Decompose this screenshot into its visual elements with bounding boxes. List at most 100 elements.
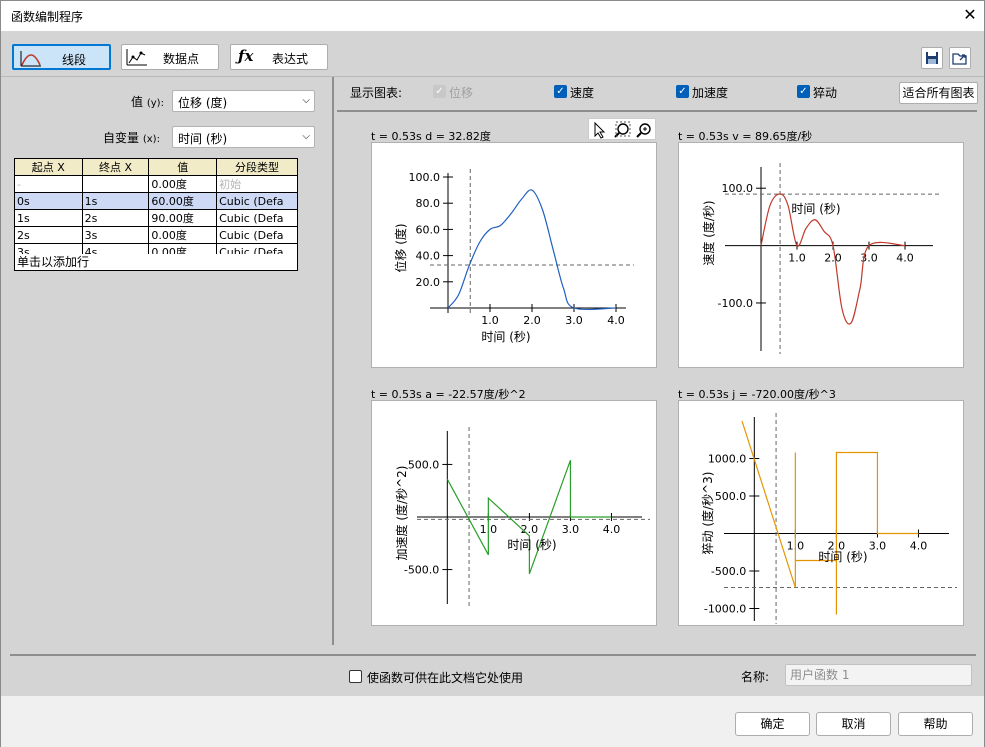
independent-variable-select[interactable]: 时间 (秒) ⌵ [172, 126, 315, 148]
y-tick-label: 40.0 [416, 250, 441, 263]
table-cell[interactable]: 2s [81, 209, 150, 227]
y-tick-label: 20.0 [416, 276, 441, 289]
y-tick-label: -100.0 [718, 297, 753, 310]
column-header[interactable]: 分段类型 [216, 158, 298, 176]
y-tick-label: 1000.0 [708, 453, 747, 466]
fx-icon: ƒx [238, 47, 254, 65]
title-bar: 函数编制程序 ✕ [1, 1, 984, 31]
share-function-label: 使函数可供在此文档它处使用 [367, 671, 524, 685]
table-cell[interactable]: 初始 [216, 175, 298, 193]
table-cell[interactable] [81, 175, 150, 193]
data-point-mode-button[interactable]: 数据点 [121, 44, 219, 70]
data-point-label: 数据点 [163, 52, 200, 66]
table-row[interactable]: 2s 3s 0.00度 Cubic (Defa [14, 226, 298, 244]
show-charts-label: 显示图表: [350, 86, 403, 100]
series-line [741, 420, 919, 615]
expression-label: 表达式 [272, 52, 309, 66]
bottom-divider [10, 654, 976, 656]
show-chart-checkbox[interactable]: ✓ [554, 85, 567, 98]
table-cell[interactable]: 0.00度 [148, 175, 218, 193]
plot-tools [588, 118, 656, 140]
column-header[interactable]: 终点 X [81, 158, 150, 176]
independent-variable-value: 时间 (秒) [178, 132, 228, 146]
table-cell[interactable]: 1s [81, 192, 150, 210]
x-axis-label: 时间 (秒) [507, 538, 556, 552]
zoom-icon[interactable] [636, 123, 651, 138]
share-function-checkbox[interactable] [349, 670, 362, 683]
table-cell[interactable]: Cubic (Defa [216, 226, 298, 244]
add-row-hint[interactable]: 单击以添加行 [14, 254, 298, 271]
y-tick-label: 80.0 [416, 197, 441, 210]
segment-icon [20, 51, 41, 67]
table-cell[interactable]: 1s [14, 209, 83, 227]
table-cell[interactable]: 0.00度 [148, 226, 218, 244]
value-select-value: 位移 (度) [178, 96, 228, 110]
table-cell[interactable]: 90.00度 [148, 209, 218, 227]
y-tick-label: -500.0 [404, 564, 439, 577]
column-header[interactable]: 起点 X [14, 158, 83, 176]
table-cell[interactable]: 2s [14, 226, 83, 244]
table-cell[interactable]: 0s [14, 192, 83, 210]
open-icon[interactable] [949, 47, 971, 69]
show-chart-checkbox[interactable]: ✓ [797, 85, 810, 98]
y-tick-label: 500.0 [408, 458, 440, 471]
show-chart-label: 位移 [449, 86, 474, 100]
expression-mode-button[interactable]: ƒx 表达式 [230, 44, 328, 70]
x-tick-label: 3.0 [565, 314, 583, 327]
table-cell[interactable]: 60.00度 [148, 192, 218, 210]
table-cell[interactable]: - [14, 175, 83, 193]
velocity-plot[interactable]: 1.0 2.0 3.0 4.0 100.0 -100.0 时间 (秒) 速度 (度/秒) [678, 142, 964, 368]
y-tick-label: 100.0 [722, 182, 754, 195]
table-row[interactable]: - 0.00度 初始 [14, 175, 298, 193]
displacement-plot[interactable]: 1.0 2.0 3.0 4.0 20.0 40.0 60.0 80.0 100.0 时间 (秒) 位… [371, 142, 657, 368]
y-tick-label: 60.0 [416, 223, 441, 236]
y-tick-label: -1000.0 [704, 603, 746, 616]
x-tick-label: 2.0 [523, 314, 541, 327]
x-tick-label: 1.0 [481, 314, 499, 327]
y-axis-label: 速度 (度/秒) [701, 200, 716, 265]
y-tick-label: -500.0 [711, 565, 746, 578]
function-editor-window: 函数编制程序 ✕ 线段 数据点 ƒx 表达式 值 (y): 位移 (度) ⌵ 自… [0, 0, 985, 747]
x-axis-label: 时间 (秒) [791, 202, 840, 216]
x-tick-label: 4.0 [603, 523, 621, 536]
show-chart-label: 猝动 [813, 86, 838, 100]
data-point-icon [126, 49, 147, 66]
y-axis-label: 猝动 (度/秒^3) [700, 472, 715, 555]
show-chart-checkbox: ✓ [433, 85, 446, 98]
chart-panel-divider [337, 110, 977, 112]
table-cell[interactable]: 3s [81, 226, 150, 244]
show-chart-checkbox[interactable]: ✓ [676, 85, 689, 98]
segment-table: 起点 X 终点 X 值分段类型 -0.00度 初始 0s 1s 60.00度 Cubic (D… [14, 158, 298, 261]
table-row[interactable]: 0s 1s 60.00度 Cubic (Defa [14, 192, 298, 210]
help-button[interactable]: 帮助 [898, 712, 973, 736]
show-chart-label: 加速度 [692, 86, 729, 100]
x-tick-label: 4.0 [896, 252, 914, 265]
name-label: 名称: [741, 670, 770, 684]
show-chart-label: 速度 [570, 86, 595, 100]
value-select[interactable]: 位移 (度) ⌵ [172, 90, 315, 112]
segment-label: 线段 [62, 53, 87, 67]
zoom-fit-icon[interactable] [614, 121, 631, 138]
ok-button[interactable]: 确定 [735, 712, 810, 736]
panel-splitter[interactable] [332, 77, 334, 645]
table-row[interactable]: 1s 2s 90.00度 Cubic (Defa [14, 209, 298, 227]
y-tick-label: 500.0 [715, 490, 747, 503]
pointer-icon[interactable] [594, 121, 606, 139]
y-axis-label: 位移 (度) [393, 223, 408, 272]
table-cell[interactable]: Cubic (Defa [216, 209, 298, 227]
x-axis-label: 时间 (秒) [481, 330, 530, 344]
x-tick-label: 2.0 [824, 252, 842, 265]
table-cell[interactable]: Cubic (Defa [216, 192, 298, 210]
acceleration-plot[interactable]: 1.0 2.0 3.0 4.0 500.0 -500.0 时间 (秒) 加速度 (度/秒^2) [371, 400, 657, 626]
column-header[interactable]: 值 [148, 158, 218, 176]
x-tick-label: 4.0 [910, 540, 928, 553]
x-tick-label: 3.0 [869, 540, 887, 553]
close-icon[interactable]: ✕ [961, 6, 979, 24]
jerk-plot[interactable]: 1.0 2.0 3.0 4.0 1000.0 500.0 -500.0 -1000.0 时间 (… [678, 400, 964, 626]
function-name-input[interactable]: 用户函数 1 [785, 664, 972, 686]
save-icon[interactable] [921, 47, 943, 69]
cancel-button[interactable]: 取消 [816, 712, 891, 736]
segment-mode-button[interactable]: 线段 [12, 44, 111, 70]
jerk-chart: 1.0 2.0 3.0 4.01000.0500.0-500.0-1000.0时间 (… [700, 413, 957, 624]
fit-all-charts-button[interactable]: 适合所有图表 [899, 82, 978, 104]
